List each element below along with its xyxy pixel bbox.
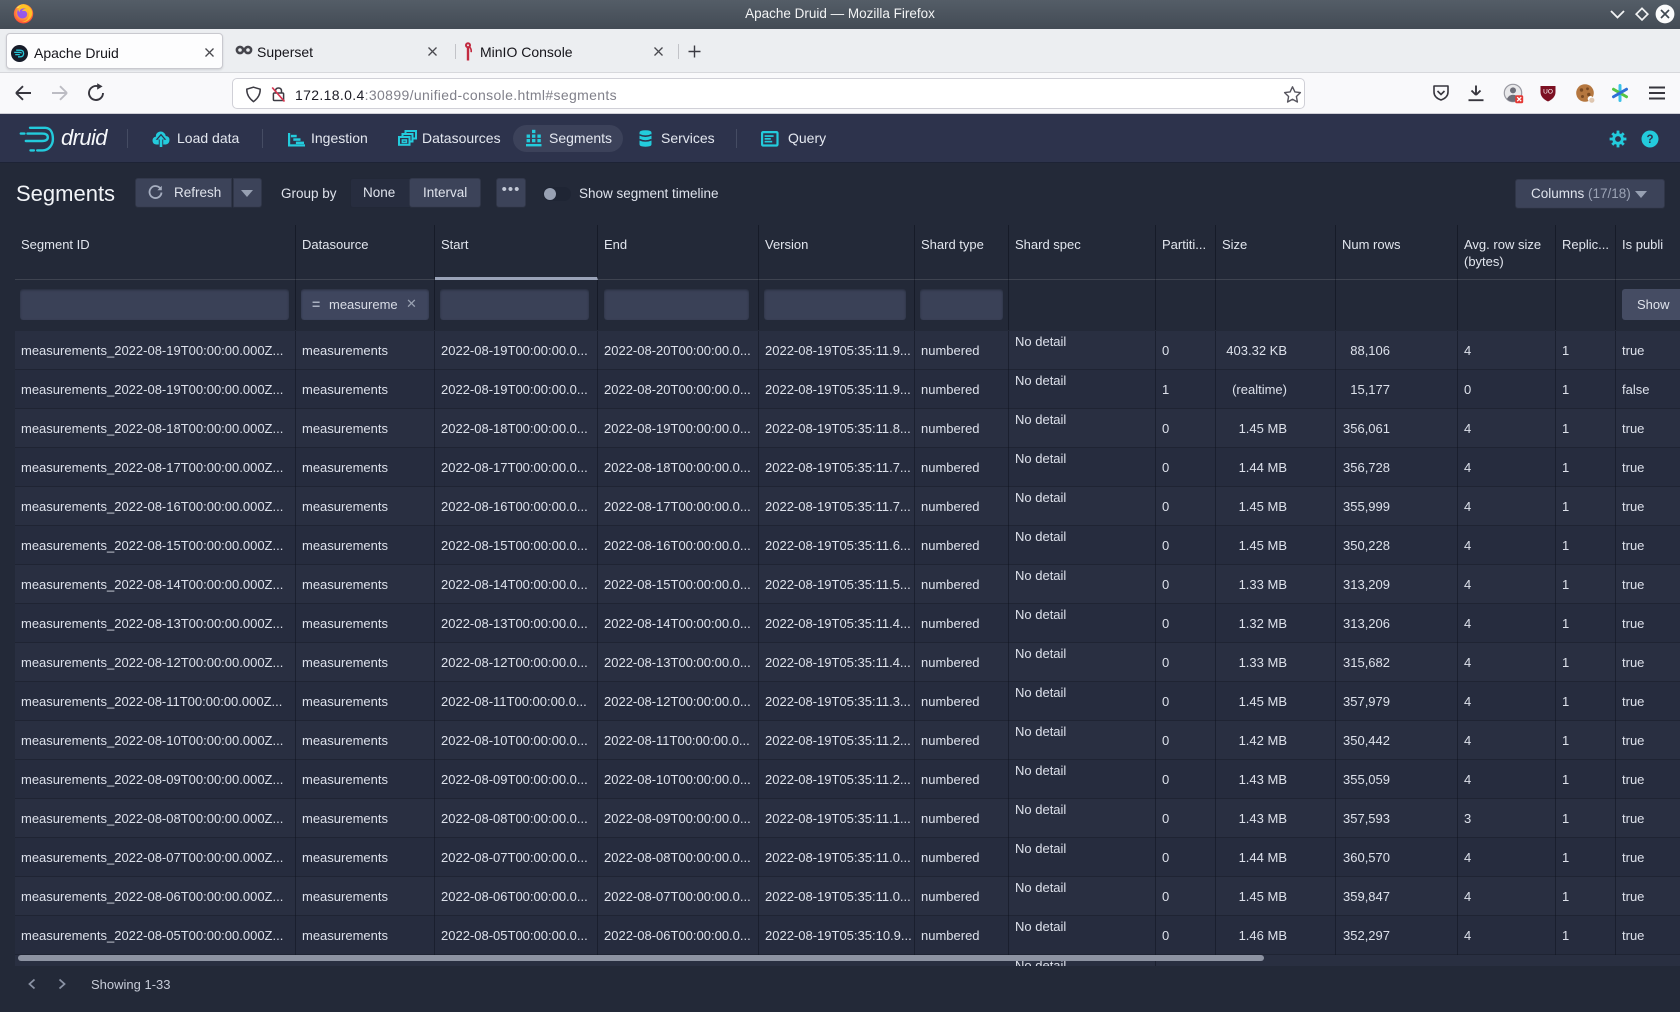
svg-text:?: ?	[1646, 134, 1653, 146]
svg-text:UO: UO	[1543, 89, 1553, 96]
